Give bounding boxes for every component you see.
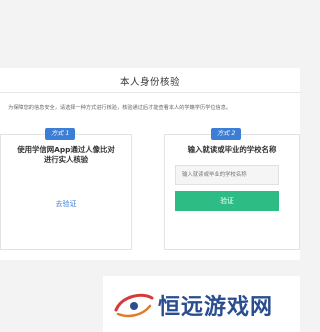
- method-2-card: 方式 2 输入就读或毕业的学校名称 验证: [164, 128, 300, 250]
- method-1-card: 方式 1 使用学信网App通过人像比对 进行实人核验 去验证: [0, 128, 132, 250]
- identity-verification-panel: 本人身份核验 为保障您的信息安全，请选择一种方式进行核验，核验通过后才能查看本人…: [0, 68, 300, 260]
- method-1-badge: 方式 1: [45, 128, 76, 140]
- go-verify-link[interactable]: 去验证: [1, 199, 131, 209]
- method-2-title: 输入就读或毕业的学校名称: [187, 145, 277, 154]
- method-1-title-line-2: 进行实人核验: [43, 155, 89, 164]
- watermark-text: 恒远游戏网: [158, 294, 274, 320]
- security-notice: 为保障您的信息安全，请选择一种方式进行核验，核验通过后才能查看本人的学籍学历学位…: [8, 105, 232, 111]
- watermark-logo-icon: [114, 293, 154, 318]
- verify-button[interactable]: 验证: [175, 191, 279, 211]
- school-name-input[interactable]: [175, 165, 279, 185]
- method-1-title: 使用学信网App通过人像比对 进行实人核验: [1, 145, 131, 165]
- page-title: 本人身份核验: [119, 77, 180, 88]
- method-1-title-line-1: 使用学信网App通过人像比对: [17, 145, 115, 154]
- top-background: [0, 0, 300, 68]
- method-2-badge: 方式 2: [211, 128, 242, 140]
- title-divider: [0, 92, 300, 93]
